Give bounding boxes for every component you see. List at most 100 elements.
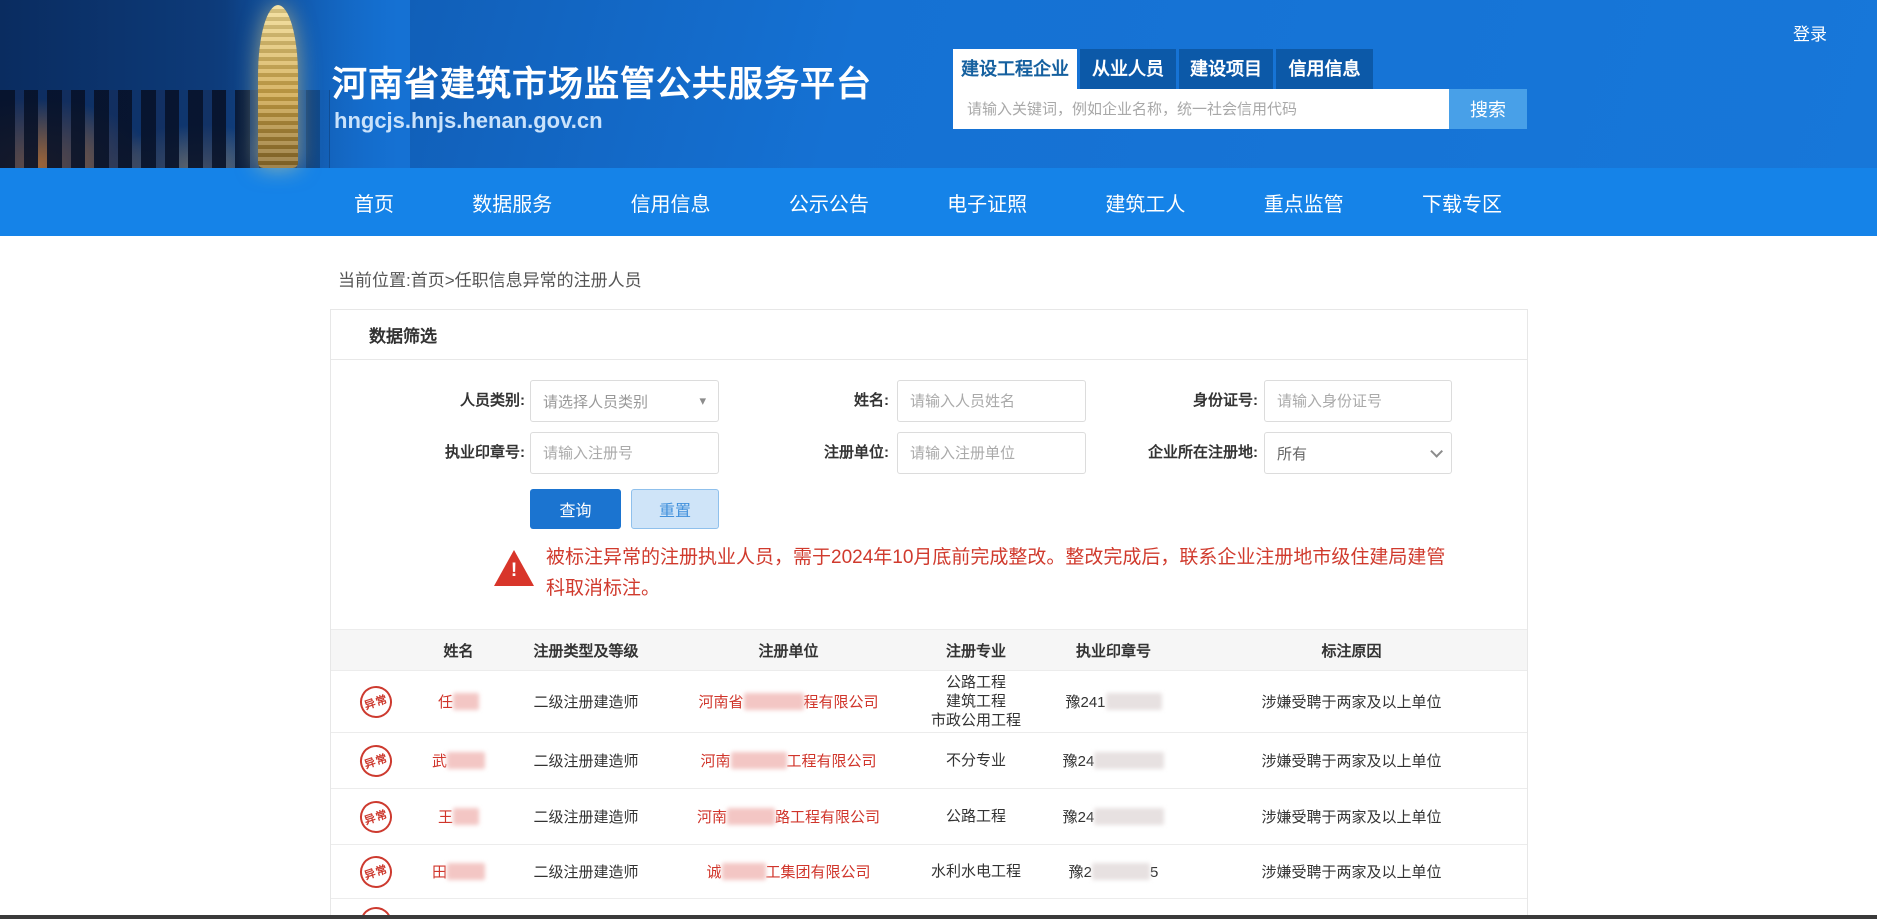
cell-reg-type: 二级注册建造师 xyxy=(496,691,676,712)
nav-item-credit-info[interactable]: 信用信息 xyxy=(631,188,711,217)
window-bottom-edge xyxy=(0,915,1877,919)
cell-seal-no: 豫25 xyxy=(1051,861,1176,882)
tower-image xyxy=(258,5,298,168)
cell-reg-company[interactable]: 河南路工程有限公司 xyxy=(676,806,901,827)
chevron-down-icon xyxy=(1430,445,1443,458)
nav-item-home[interactable]: 首页 xyxy=(354,188,394,217)
divider xyxy=(331,359,1527,360)
header-reg-company: 注册单位 xyxy=(676,640,901,661)
cell-reg-major: 公路工程 建筑工程 市政公用工程 xyxy=(901,673,1051,730)
cell-reg-company[interactable]: 诚工集团有限公司 xyxy=(676,861,901,882)
cell-reg-major: 不分专业 xyxy=(901,751,1051,770)
region-select[interactable]: 所有 xyxy=(1264,432,1452,474)
filter-panel-title: 数据筛选 xyxy=(369,322,437,347)
content-card: 数据筛选 人员类别: 请选择人员类别 ▾ 姓名: 身份证号: 执业印章号: 注册… xyxy=(330,309,1528,919)
cell-reg-company[interactable]: 河南工程有限公司 xyxy=(676,750,901,771)
header-banner: 河南省建筑市场监管公共服务平台 hngcjs.hnjs.henan.gov.cn… xyxy=(0,0,1877,168)
cell-reason: 涉嫌受聘于两家及以上单位 xyxy=(1176,806,1527,827)
reg-company-input[interactable] xyxy=(897,432,1086,474)
name-input[interactable] xyxy=(897,380,1086,422)
search-category-tabs: 建设工程企业 从业人员 建设项目 信用信息 xyxy=(953,49,1373,89)
warning-icon: ! xyxy=(494,550,534,586)
header-reg-major: 注册专业 xyxy=(901,640,1051,661)
cell-seal-no: 豫241 xyxy=(1051,691,1176,712)
tab-construction-enterprise[interactable]: 建设工程企业 xyxy=(953,49,1077,89)
cell-seal-no: 豫24 xyxy=(1051,750,1176,771)
abnormal-stamp-icon: 异常 xyxy=(356,681,396,721)
cell-seal-no: 豫24 xyxy=(1051,806,1176,827)
nav-item-announcements[interactable]: 公示公告 xyxy=(789,188,869,217)
redaction xyxy=(1094,752,1164,769)
name-label: 姓名: xyxy=(751,380,889,422)
region-label: 企业所在注册地: xyxy=(1091,432,1258,474)
redaction xyxy=(1106,693,1162,710)
cell-name[interactable]: 田 xyxy=(421,861,496,882)
nav-item-data-services[interactable]: 数据服务 xyxy=(472,188,552,217)
table-row: 异常 武 二级注册建造师 河南工程有限公司 不分专业 豫24 涉嫌受聘于两家及以… xyxy=(331,733,1527,789)
redaction xyxy=(453,808,479,825)
redaction xyxy=(1092,863,1150,880)
cell-name[interactable]: 王 xyxy=(421,806,496,827)
cell-reg-type: 二级注册建造师 xyxy=(496,861,676,882)
redaction xyxy=(1094,808,1164,825)
query-button[interactable]: 查询 xyxy=(530,489,621,529)
breadcrumb: 当前位置:首页>任职信息异常的注册人员 xyxy=(338,266,642,291)
table-header-row: 姓名 注册类型及等级 注册单位 注册专业 执业印章号 标注原因 xyxy=(331,629,1527,671)
tab-construction-projects[interactable]: 建设项目 xyxy=(1179,49,1273,89)
header-name: 姓名 xyxy=(421,640,496,661)
table-row: 异常 王 二级注册建造师 河南路工程有限公司 公路工程 豫24 涉嫌受聘于两家及… xyxy=(331,789,1527,845)
cell-reg-company[interactable]: 河南省程有限公司 xyxy=(676,691,901,712)
seal-no-label: 执业印章号: xyxy=(351,432,525,474)
person-type-value: 请选择人员类别 xyxy=(543,391,699,412)
nav-item-key-supervision[interactable]: 重点监管 xyxy=(1264,188,1344,217)
caret-down-icon: ▾ xyxy=(699,393,706,409)
nav-item-e-certificates[interactable]: 电子证照 xyxy=(947,188,1027,217)
abnormal-stamp-icon: 异常 xyxy=(356,796,396,836)
table-row: 异常 任 二级注册建造师 河南省程有限公司 公路工程 建筑工程 市政公用工程 豫… xyxy=(331,671,1527,733)
warning-text: 被标注异常的注册执业人员，需于2024年10月底前完成整改。整改完成后，联系企业… xyxy=(546,542,1458,604)
seal-no-input[interactable] xyxy=(530,432,719,474)
region-value: 所有 xyxy=(1277,443,1430,464)
page: 河南省建筑市场监管公共服务平台 hngcjs.hnjs.henan.gov.cn… xyxy=(0,0,1877,919)
person-type-select[interactable]: 请选择人员类别 ▾ xyxy=(530,380,719,422)
cell-reason: 涉嫌受聘于两家及以上单位 xyxy=(1176,691,1527,712)
redaction xyxy=(727,808,775,825)
main-nav: 首页 数据服务 信用信息 公示公告 电子证照 建筑工人 重点监管 下载专区 xyxy=(0,168,1877,236)
id-card-label: 身份证号: xyxy=(1091,380,1258,422)
header-seal-no: 执业印章号 xyxy=(1051,640,1176,661)
cell-reg-major: 公路工程 xyxy=(901,807,1051,826)
redaction xyxy=(722,863,766,880)
redaction xyxy=(453,693,479,710)
cell-reason: 涉嫌受聘于两家及以上单位 xyxy=(1176,861,1527,882)
redaction xyxy=(744,693,804,710)
abnormal-stamp-icon: 异常 xyxy=(356,851,396,891)
cell-reason: 涉嫌受聘于两家及以上单位 xyxy=(1176,750,1527,771)
site-url: hngcjs.hnjs.henan.gov.cn xyxy=(334,108,603,134)
reset-button[interactable]: 重置 xyxy=(631,489,719,529)
cell-name[interactable]: 任 xyxy=(421,691,496,712)
nav-item-construction-workers[interactable]: 建筑工人 xyxy=(1105,188,1185,217)
site-title: 河南省建筑市场监管公共服务平台 xyxy=(332,56,872,107)
header-reason: 标注原因 xyxy=(1176,640,1527,661)
search-button[interactable]: 搜索 xyxy=(1449,89,1527,129)
person-type-label: 人员类别: xyxy=(351,380,525,422)
cell-reg-major: 水利水电工程 xyxy=(901,862,1051,881)
header-reg-type: 注册类型及等级 xyxy=(496,640,676,661)
table-row: 异常 田 二级注册建造师 诚工集团有限公司 水利水电工程 豫25 涉嫌受聘于两家… xyxy=(331,845,1527,899)
nav-item-downloads[interactable]: 下载专区 xyxy=(1422,188,1502,217)
abnormal-persons-table: 姓名 注册类型及等级 注册单位 注册专业 执业印章号 标注原因 异常 任 二级注… xyxy=(331,629,1527,899)
redaction xyxy=(731,752,787,769)
redaction xyxy=(447,863,485,880)
redaction xyxy=(447,752,485,769)
reg-company-label: 注册单位: xyxy=(751,432,889,474)
login-link[interactable]: 登录 xyxy=(1793,20,1827,45)
cell-reg-type: 二级注册建造师 xyxy=(496,806,676,827)
tab-practitioners[interactable]: 从业人员 xyxy=(1080,49,1176,89)
cell-reg-type: 二级注册建造师 xyxy=(496,750,676,771)
search-input[interactable] xyxy=(953,89,1449,129)
tab-credit-info[interactable]: 信用信息 xyxy=(1276,49,1373,89)
id-card-input[interactable] xyxy=(1264,380,1452,422)
cell-name[interactable]: 武 xyxy=(421,750,496,771)
search-bar: 搜索 xyxy=(953,89,1527,129)
abnormal-stamp-icon: 异常 xyxy=(356,740,396,780)
